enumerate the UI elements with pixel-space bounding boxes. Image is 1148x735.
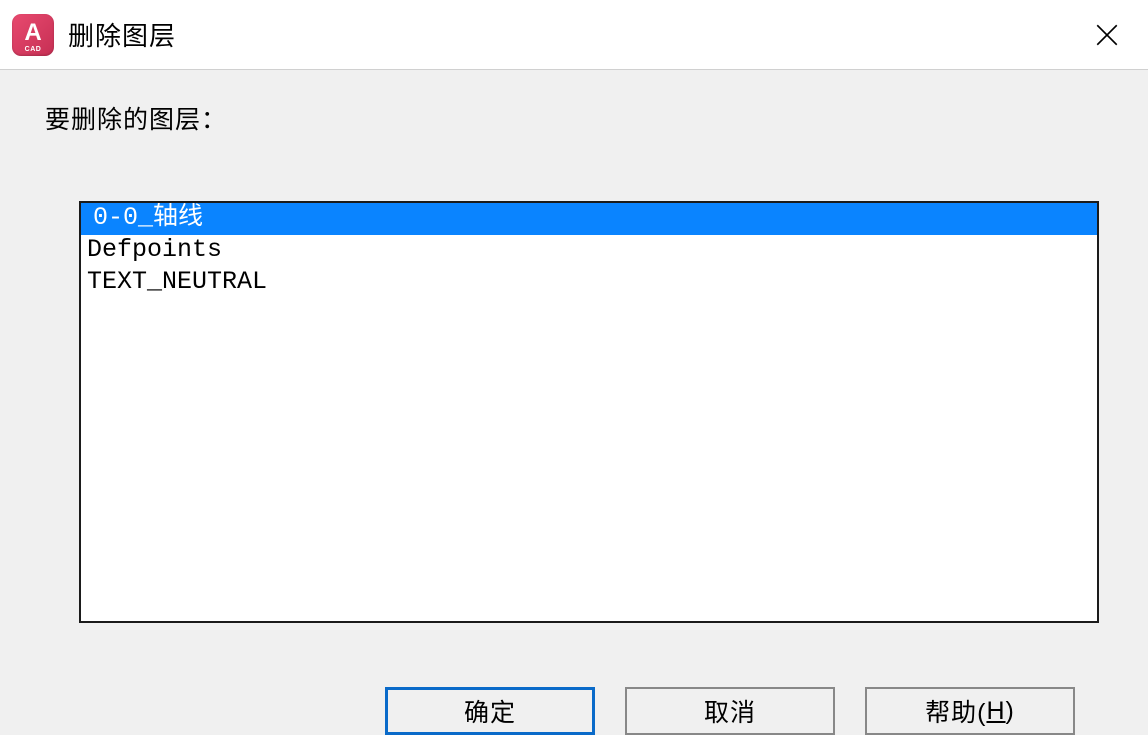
list-item[interactable]: TEXT_NEUTRAL	[81, 267, 1097, 299]
ok-button[interactable]: 确定	[385, 687, 595, 735]
titlebar: A CAD 删除图层	[0, 0, 1148, 70]
close-button[interactable]	[1084, 12, 1130, 58]
layer-listbox[interactable]: 0-0_轴线DefpointsTEXT_NEUTRAL	[79, 201, 1099, 623]
button-row: 确定 取消 帮助(H)	[45, 687, 1103, 735]
help-button-suffix: )	[1006, 697, 1015, 726]
list-item[interactable]: Defpoints	[81, 235, 1097, 267]
help-button[interactable]: 帮助(H)	[865, 687, 1075, 735]
help-button-prefix: 帮助(	[925, 693, 986, 729]
dialog-content: 要删除的图层： 0-0_轴线DefpointsTEXT_NEUTRAL 确定 取…	[0, 70, 1148, 735]
prompt-label: 要删除的图层：	[45, 100, 1103, 136]
title-left: A CAD 删除图层	[12, 14, 176, 56]
app-icon-letter: A	[24, 21, 41, 45]
help-button-key: H	[986, 697, 1005, 726]
list-item[interactable]: 0-0_轴线	[81, 203, 1097, 235]
window-title: 删除图层	[68, 16, 176, 53]
close-icon	[1094, 22, 1120, 48]
app-icon-subtext: CAD	[25, 46, 42, 53]
app-icon: A CAD	[12, 14, 54, 56]
cancel-button[interactable]: 取消	[625, 687, 835, 735]
